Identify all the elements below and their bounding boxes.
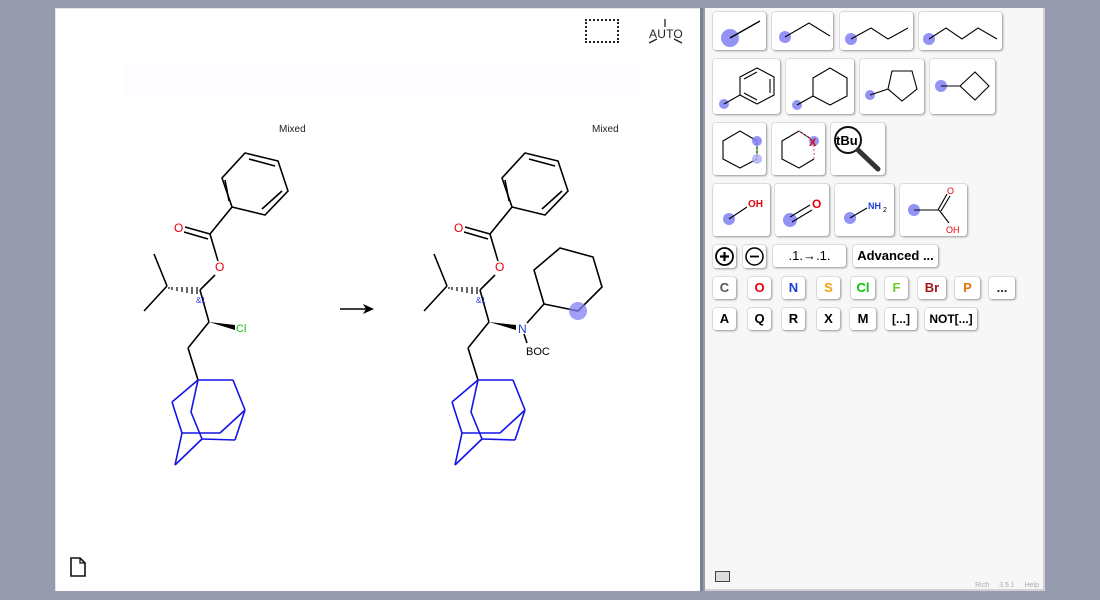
plus-circle-icon (715, 247, 734, 266)
svg-text:O: O (947, 186, 954, 196)
svg-text:NH: NH (868, 201, 881, 211)
keyboard-icon[interactable] (715, 571, 730, 582)
version-label: 3.5.1 (999, 582, 1015, 589)
query-a-button[interactable]: A (713, 308, 736, 330)
butyl-chain-icon (923, 27, 998, 45)
amine-icon: NH 2 (844, 201, 887, 224)
cyclohexane-ring-icon (792, 67, 848, 110)
footer: Rich 3.5.1 Help (967, 582, 1039, 589)
product-benzene-ring (501, 152, 569, 216)
template-propyl[interactable] (840, 12, 913, 50)
methyl-chain-icon (721, 20, 761, 47)
minus-circle-icon (745, 247, 764, 266)
reactant-carbonyl-o: O (174, 221, 183, 235)
product-n-atom: N (518, 322, 527, 336)
element-s-label: S (824, 280, 833, 295)
element-n-label: N (788, 280, 799, 295)
carbonyl-icon: O (783, 197, 821, 227)
svg-text:O: O (812, 197, 821, 211)
element-n-button[interactable]: N (782, 277, 805, 299)
element-br-label: Br (924, 280, 940, 295)
carboxyl-icon: O OH (908, 186, 960, 235)
group-amine[interactable]: NH 2 (835, 184, 894, 236)
query-r-button[interactable]: R (782, 308, 805, 330)
element-o-label: O (754, 280, 765, 295)
fuse-ring-icon (722, 130, 762, 169)
element-p-label: P (963, 280, 972, 295)
mode-link[interactable]: Rich (975, 582, 989, 589)
svg-text:OH: OH (748, 199, 763, 210)
new-document-icon[interactable] (69, 556, 87, 578)
product-stereo-tag: &1 (476, 296, 486, 305)
product-hash-wedge (448, 287, 478, 294)
charge-plus-button[interactable] (713, 245, 736, 268)
query-list-button[interactable]: [...] (885, 308, 917, 330)
help-link[interactable]: Help (1025, 582, 1039, 589)
reactant-hash-wedge (168, 287, 198, 294)
product-carbonyl-o: O (454, 221, 463, 235)
element-cl-button[interactable]: Cl (851, 277, 875, 299)
reactant-ester-o: O (215, 260, 224, 274)
ethyl-chain-icon (779, 22, 831, 43)
reaction-drawing: O O &1 Cl O O &1 N BOC (143, 152, 603, 466)
benzene-ring-icon (719, 67, 775, 109)
template-benzene[interactable] (713, 59, 780, 114)
search-group-button[interactable]: tBu (831, 123, 885, 175)
template-cyclobutane[interactable] (930, 59, 995, 114)
svg-text:OH: OH (946, 225, 960, 235)
reactant-bold-wedge (209, 322, 235, 330)
product-bold-wedge (489, 322, 516, 330)
reactant-benzene-ring (221, 152, 289, 216)
element-o-button[interactable]: O (748, 277, 771, 299)
template-cyclohexane[interactable] (786, 59, 854, 114)
svg-text:tBu: tBu (836, 133, 858, 148)
group-carbonyl[interactable]: O (775, 184, 829, 236)
reactant-cl-atom: Cl (236, 323, 246, 335)
template-butyl[interactable] (919, 12, 1002, 50)
charge-minus-button[interactable] (743, 245, 766, 268)
product-ester-o: O (495, 260, 504, 274)
magnifier-icon: tBu (834, 126, 881, 172)
element-c-label: C (719, 280, 730, 295)
product-adamantane (451, 379, 526, 466)
product-molecule (423, 152, 603, 381)
atom-map-button[interactable]: .1.→.1. (773, 245, 846, 267)
element-more-button[interactable]: ... (989, 277, 1015, 299)
element-p-button[interactable]: P (955, 277, 980, 299)
group-carboxyl[interactable]: O OH (900, 184, 967, 236)
product-highlight-atom (569, 302, 587, 320)
group-hydroxyl[interactable]: OH (713, 184, 770, 236)
query-not-list-button[interactable]: NOT[...] (925, 308, 977, 330)
spiro-ring-button[interactable]: X (772, 123, 825, 175)
query-q-button[interactable]: Q (748, 308, 771, 330)
product-boc-group: BOC (526, 346, 550, 358)
element-f-button[interactable]: F (885, 277, 908, 299)
query-m-button[interactable]: M (850, 308, 876, 330)
template-cyclopentane[interactable] (860, 59, 924, 114)
svg-text:X: X (809, 137, 817, 149)
drawing-canvas[interactable]: AUTO Mixed Mixed O O &1 Cl O O &1 N BOC (55, 8, 703, 591)
svg-text:2: 2 (883, 207, 887, 214)
template-ethyl[interactable] (772, 12, 833, 50)
spiro-ring-icon: X (781, 130, 819, 169)
cyclopentane-ring-icon (865, 70, 918, 102)
element-cl-label: Cl (856, 280, 870, 295)
query-x-button[interactable]: X (817, 308, 840, 330)
cyclobutane-ring-icon (935, 71, 990, 101)
reaction-arrow (340, 304, 374, 314)
element-s-button[interactable]: S (817, 277, 840, 299)
element-c-button[interactable]: C (713, 277, 736, 299)
tool-panel: X tBu OH O NH 2 O OH .1.→.1. Advanced ..… (705, 8, 1045, 591)
hydroxyl-icon: OH (723, 199, 763, 225)
propyl-chain-icon (845, 27, 909, 45)
product-cyclohexane-ring (533, 247, 603, 312)
element-more-label: ... (996, 280, 1008, 295)
fuse-ring-button[interactable] (713, 123, 766, 175)
element-f-label: F (892, 280, 901, 295)
template-methyl[interactable] (713, 12, 766, 50)
reactant-stereo-tag: &1 (196, 296, 206, 305)
element-br-button[interactable]: Br (918, 277, 946, 299)
reactant-adamantane (171, 379, 246, 466)
advanced-button[interactable]: Advanced ... (853, 245, 938, 267)
